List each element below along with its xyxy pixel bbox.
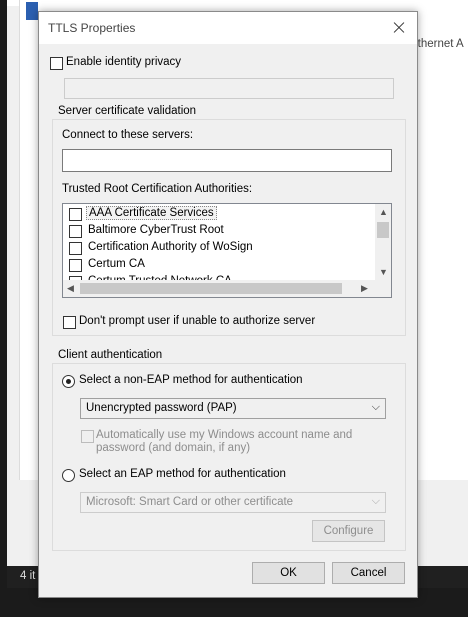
list-item-checkbox[interactable] (69, 242, 82, 255)
list-item-label: Baltimore CyberTrust Root (88, 224, 224, 236)
scroll-up-icon[interactable]: ▲ (379, 208, 388, 217)
auto-windows-credentials-label-line1: Automatically use my Windows account nam… (96, 429, 353, 441)
chevron-down-icon: ⌵ (371, 495, 380, 507)
dialog-title: TTLS Properties (48, 21, 136, 35)
vertical-scrollbar[interactable]: ▲ ▼ (375, 204, 391, 280)
list-item-label: AAA Certificate Services (86, 206, 217, 220)
dialog-titlebar: TTLS Properties (39, 12, 417, 44)
close-icon[interactable] (383, 14, 413, 42)
eap-method-select[interactable]: Microsoft: Smart Card or other certifica… (80, 492, 386, 513)
list-item-checkbox[interactable] (69, 208, 82, 221)
list-item-label: Certification Authority of WoSign (88, 241, 253, 253)
auto-windows-credentials-checkbox[interactable] (81, 430, 94, 443)
eap-method-value: Microsoft: Smart Card or other certifica… (86, 496, 294, 508)
configure-button[interactable]: Configure (312, 520, 385, 542)
trusted-root-authorities-label: Trusted Root Certification Authorities: (62, 183, 253, 195)
network-adapter-icon (26, 2, 38, 20)
chevron-down-icon: ⌵ (371, 401, 380, 413)
client-authentication-title: Client authentication (56, 349, 165, 361)
non-eap-method-value: Unencrypted password (PAP) (86, 402, 237, 414)
list-item[interactable]: Baltimore CyberTrust Root (63, 223, 375, 240)
background-adapter-text: Ethernet A (410, 38, 464, 50)
trusted-root-authorities-list[interactable]: AAA Certificate Services Baltimore Cyber… (62, 203, 392, 298)
enable-identity-privacy-checkbox[interactable] (50, 57, 63, 70)
list-item-checkbox[interactable] (69, 225, 82, 238)
eap-radio[interactable] (62, 469, 75, 482)
horizontal-scroll-thumb[interactable] (80, 283, 342, 294)
background-status-text: 4 it (20, 570, 36, 582)
scroll-right-icon[interactable]: ▶ (361, 284, 368, 293)
cancel-button[interactable]: Cancel (332, 562, 405, 584)
vertical-scroll-thumb[interactable] (377, 222, 389, 238)
non-eap-method-select[interactable]: Unencrypted password (PAP) ⌵ (80, 398, 386, 419)
server-certificate-validation-title: Server certificate validation (56, 105, 199, 117)
scroll-left-icon[interactable]: ◀ (67, 284, 74, 293)
list-item[interactable]: Certum CA (63, 257, 375, 274)
ok-button[interactable]: OK (252, 562, 325, 584)
eap-label: Select an EAP method for authentication (79, 468, 286, 480)
list-item-checkbox[interactable] (69, 259, 82, 272)
non-eap-label: Select a non-EAP method for authenticati… (79, 374, 303, 386)
scroll-down-icon[interactable]: ▼ (379, 268, 388, 277)
auto-windows-credentials-label-line2: password (and domain, if any) (96, 442, 251, 454)
identity-privacy-input[interactable] (64, 78, 394, 99)
list-item[interactable]: Certification Authority of WoSign (63, 240, 375, 257)
ttls-properties-dialog: TTLS Properties Enable identity privacy … (38, 11, 418, 598)
dont-prompt-checkbox[interactable] (63, 316, 76, 329)
dont-prompt-label: Don't prompt user if unable to authorize… (79, 315, 316, 327)
list-item[interactable]: AAA Certificate Services (63, 206, 375, 223)
connect-servers-input[interactable] (62, 149, 392, 172)
connect-servers-label: Connect to these servers: (62, 129, 194, 141)
list-item-label: Certum CA (88, 258, 145, 270)
enable-identity-privacy-label: Enable identity privacy (66, 56, 182, 68)
non-eap-radio[interactable] (62, 375, 75, 388)
horizontal-scrollbar[interactable]: ◀ ▶ (63, 280, 391, 297)
